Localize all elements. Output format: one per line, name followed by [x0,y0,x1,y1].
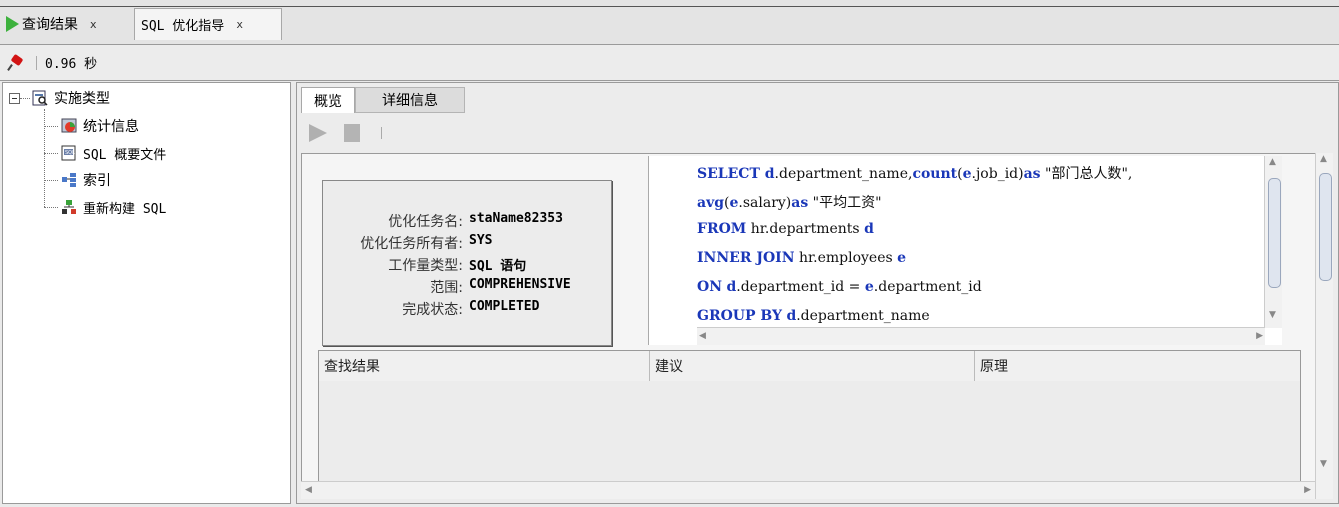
tree-connector [44,109,45,207]
summary-row-scope: 范围: COMPREHENSIVE [323,277,609,297]
tab-label: 查询结果 [22,17,78,33]
report-icon [32,90,48,106]
summary-row-status: 完成状态: COMPLETED [323,299,609,319]
toolbar-separator [36,55,37,70]
summary-key: 范围: [430,280,463,296]
tab-label: SQL 优化指导 [141,19,225,34]
sql-line: FROM hr.departments d [697,221,874,237]
scroll-right-icon[interactable]: ▶ [1304,485,1311,495]
tree-node-label: 索引 [83,173,111,189]
tree-connector [44,207,58,208]
scroll-up-icon[interactable]: ▲ [1320,154,1327,164]
summary-row-workload: 工作量类型: SQL 语句 [323,255,609,275]
column-header-recommendation[interactable]: 建议 [650,351,975,381]
tab-sql-tuning-advisor[interactable]: SQL 优化指导 x [134,8,282,40]
sql-line: SELECT d.department_name,count(e.job_id)… [697,166,1133,182]
sql-line: INNER JOIN hr.employees e [697,250,907,266]
scroll-left-icon[interactable]: ◀ [699,331,706,341]
summary-value: SYS [469,233,493,248]
scrollbar-thumb[interactable] [1319,173,1332,281]
implementation-type-tree: 实施类型 统计信息 SQL SQL 概要文件 索引 重新构建 SQL [2,82,291,504]
elapsed-time: 0.96 秒 [45,57,98,72]
tree-connector [44,153,58,154]
sql-vertical-scrollbar[interactable]: ▲ ▼ [1264,156,1282,328]
close-icon[interactable]: x [90,18,97,31]
summary-key: 优化任务名: [388,214,463,230]
run-icon[interactable] [309,124,327,142]
stop-icon[interactable] [344,124,360,142]
run-icon [6,16,19,32]
statistics-icon [61,118,77,134]
tree-connector [44,126,58,127]
advisor-detail-panel: 概览 详细信息 优化任务名: staName82353 优化任务所有者: SYS… [296,82,1339,504]
summary-value: COMPLETED [469,299,540,314]
tree-node-label: 统计信息 [83,119,139,135]
tab-details[interactable]: 详细信息 [355,87,465,113]
column-header-rationale[interactable]: 原理 [975,351,1300,381]
sql-line: GROUP BY d.department_name [697,308,930,324]
scroll-right-icon[interactable]: ▶ [1256,331,1263,341]
close-icon[interactable]: x [236,18,243,31]
sql-line: avg(e.salary)as "平均工资" [697,195,882,211]
task-summary-box: 优化任务名: staName82353 优化任务所有者: SYS 工作量类型: … [322,180,612,346]
column-header-findings[interactable]: 查找结果 [319,351,650,381]
summary-value: staName82353 [469,211,563,226]
sql-profile-icon: SQL [61,145,77,161]
pin-icon[interactable] [8,56,22,70]
summary-value: COMPREHENSIVE [469,277,571,292]
sql-line: ON d.department_id = e.department_id [697,279,982,295]
summary-key: 优化任务所有者: [360,236,463,252]
tree-node-root[interactable]: 实施类型 [32,87,110,109]
tree-node-label: 重新构建 SQL [83,201,167,217]
sql-text-area[interactable]: SELECT d.department_name,count(e.job_id)… [648,156,1282,345]
toolbar: 0.96 秒 [0,45,1339,81]
scrollbar-thumb[interactable] [1268,178,1281,288]
collapse-icon[interactable] [9,93,20,104]
summary-key: 完成状态: [402,302,463,318]
tree-node-label: SQL 概要文件 [83,147,167,163]
scroll-down-icon[interactable]: ▼ [1269,310,1276,320]
scroll-up-icon[interactable]: ▲ [1269,157,1276,167]
summary-value: SQL 语句 [469,259,527,274]
panel-horizontal-scrollbar[interactable]: ◀ ▶ [301,481,1315,499]
overview-content: 优化任务名: staName82353 优化任务所有者: SYS 工作量类型: … [301,153,1333,499]
tree-connector [44,180,58,181]
scroll-down-icon[interactable]: ▼ [1320,459,1327,469]
toolbar-separator [381,127,382,139]
tree-node-statistics[interactable]: 统计信息 [61,115,139,137]
summary-key: 工作量类型: [388,258,463,274]
window-edge [0,6,1339,7]
index-icon [61,172,77,188]
restructure-icon [61,199,77,215]
tab-overview[interactable]: 概览 [301,87,355,113]
tree-node-index[interactable]: 索引 [61,169,111,191]
sql-horizontal-scrollbar[interactable]: ◀ ▶ [697,327,1265,345]
svg-text:SQL: SQL [65,150,75,156]
tree-connector [20,98,30,99]
summary-row-task-name: 优化任务名: staName82353 [323,211,609,231]
findings-table: 查找结果 建议 原理 [318,350,1301,485]
tree-node-sql-profile[interactable]: SQL SQL 概要文件 [61,142,166,164]
summary-row-owner: 优化任务所有者: SYS [323,233,609,253]
panel-vertical-scrollbar[interactable]: ▲ ▼ [1315,153,1333,499]
tree-node-label: 实施类型 [54,91,110,107]
scroll-left-icon[interactable]: ◀ [305,485,312,495]
tree-node-restructure-sql[interactable]: 重新构建 SQL [61,196,166,218]
tab-query-results[interactable]: 查询结果 x [0,8,133,40]
